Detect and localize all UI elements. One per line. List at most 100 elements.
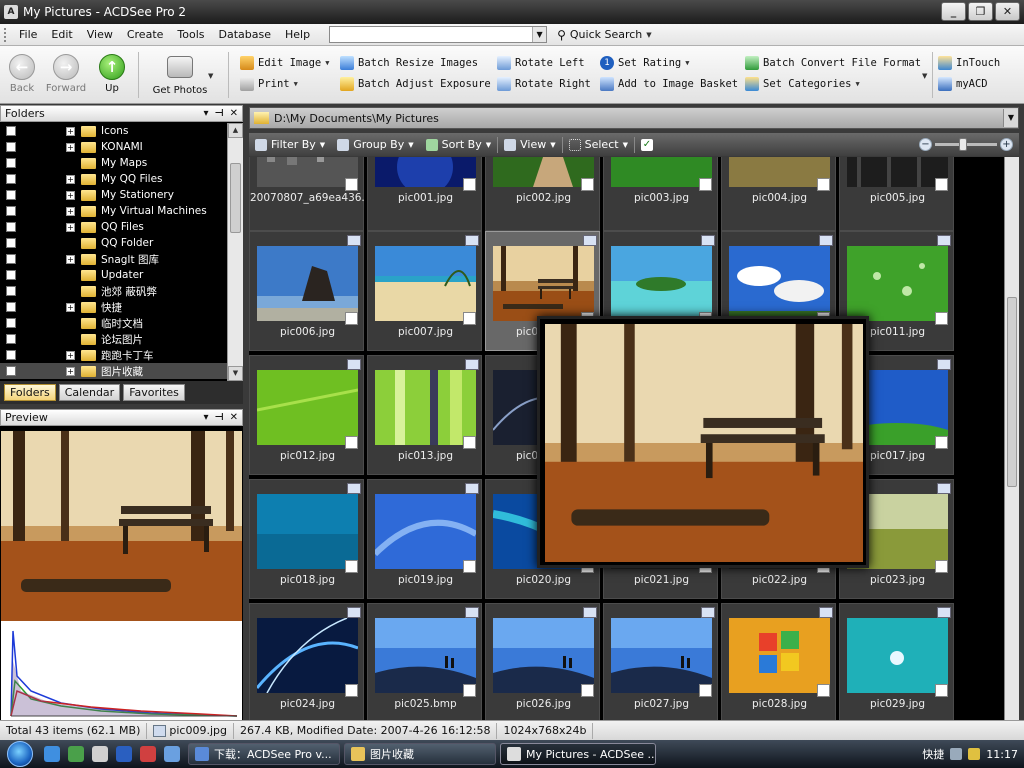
folder-tree-item[interactable]: + Icons (0, 123, 227, 139)
folder-tree-item[interactable]: + 快捷 (0, 299, 227, 315)
thumbnail-item[interactable]: pic005.jpg (839, 157, 954, 231)
menu-database[interactable]: Database (212, 28, 279, 41)
back-button[interactable]: ← Back (0, 54, 44, 94)
folder-checkbox[interactable] (6, 190, 16, 200)
print-button[interactable]: Print ▼ (240, 76, 298, 92)
thumbnail-image[interactable] (729, 618, 830, 693)
location-combo[interactable]: ▼ (329, 26, 548, 43)
thumbnail-checkbox[interactable] (699, 178, 712, 191)
thumbnail-checkbox[interactable] (463, 436, 476, 449)
rotate-left-button[interactable]: Rotate Left (497, 55, 585, 71)
thumbnail-item[interactable]: pic018.jpg (249, 479, 364, 599)
thumbnail-image[interactable] (493, 618, 594, 693)
select-button[interactable]: Select ▼ (563, 138, 634, 151)
folder-checkbox[interactable] (6, 222, 16, 232)
folder-tree-item[interactable]: + My Stationery (0, 187, 227, 203)
get-photos-button[interactable]: Get Photos (144, 54, 216, 96)
menu-file[interactable]: File (12, 28, 44, 41)
scroll-thumb[interactable] (1007, 297, 1017, 487)
thumbnail-image[interactable] (611, 157, 712, 187)
thumbnail-image[interactable] (847, 246, 948, 321)
folder-checkbox[interactable] (6, 286, 16, 296)
thumbnail-checkbox[interactable] (817, 684, 830, 697)
forward-button[interactable]: → Forward (44, 54, 88, 94)
folder-tree-item[interactable]: Updater (0, 267, 227, 283)
batch-adjust-button[interactable]: Batch Adjust Exposure (340, 76, 491, 92)
thumbnail-checkbox[interactable] (345, 436, 358, 449)
thumbnail-checkbox[interactable] (463, 312, 476, 325)
expand-icon[interactable]: + (66, 366, 75, 376)
folder-tree-item[interactable]: + My Virtual Machines (0, 203, 227, 219)
thumbnail-item[interactable]: pic027.jpg (603, 603, 718, 720)
thumbnail-item[interactable]: pic019.jpg (367, 479, 482, 599)
chevron-down-icon[interactable]: ▼ (1003, 109, 1018, 127)
close-button[interactable]: ✕ (995, 2, 1020, 21)
thumbnail-image[interactable] (375, 618, 476, 693)
thumbnail-image[interactable] (847, 618, 948, 693)
folder-checkbox[interactable] (6, 350, 16, 360)
start-button[interactable] (0, 740, 40, 768)
thumbnail-checkbox[interactable] (581, 178, 594, 191)
thumbnail-item[interactable]: pic024.jpg (249, 603, 364, 720)
expand-icon[interactable]: + (66, 142, 75, 152)
batch-convert-button[interactable]: Batch Convert File Format (745, 55, 921, 71)
thumbnail-item[interactable]: pic025.bmp (367, 603, 482, 720)
folder-checkbox[interactable] (6, 254, 16, 264)
floppy-icon[interactable] (116, 746, 132, 762)
thumbnail-image[interactable] (375, 370, 476, 445)
set-rating-button[interactable]: 1 Set Rating ▼ (600, 55, 689, 71)
notepad-icon[interactable] (92, 746, 108, 762)
thumbnail-checkbox[interactable] (935, 312, 948, 325)
zoom-slider-knob[interactable] (959, 138, 967, 151)
thumbnail-image[interactable] (611, 246, 712, 321)
menu-edit[interactable]: Edit (44, 28, 79, 41)
myacd-button[interactable]: myACD (938, 76, 988, 92)
thumbnail-checkbox[interactable] (345, 684, 358, 697)
quick-search-button[interactable]: ⚲ Quick Search ▼ (557, 28, 652, 42)
address-bar[interactable]: D:\My Documents\My Pictures ▼ (249, 107, 1019, 129)
menu-tools[interactable]: Tools (170, 28, 211, 41)
thumbnail-image[interactable] (257, 370, 358, 445)
checkbox-toggle-button[interactable]: ✓ (635, 138, 659, 151)
thumbnail-item[interactable]: pic002.jpg (485, 157, 600, 231)
up-button[interactable]: ↑ Up (90, 54, 134, 94)
thumbnail-checkbox[interactable] (581, 684, 594, 697)
folder-tree-scrollbar[interactable]: ▲ ▼ (227, 123, 243, 381)
thumbnail-image[interactable] (375, 494, 476, 569)
show-desktop-icon[interactable] (68, 746, 84, 762)
scroll-down-icon[interactable]: ▼ (228, 366, 243, 381)
tab-calendar[interactable]: Calendar (58, 384, 121, 401)
folder-tree-item[interactable]: + 跑跑卡丁车 (0, 347, 227, 363)
expand-icon[interactable]: + (66, 126, 75, 136)
thumbnail-image[interactable] (375, 157, 476, 187)
menu-create[interactable]: Create (120, 28, 171, 41)
pin-icon[interactable]: ⊣ (214, 412, 223, 423)
folder-tree-item[interactable]: My Maps (0, 155, 227, 171)
thumbnail-image[interactable] (493, 246, 594, 321)
app-icon[interactable] (140, 746, 156, 762)
folder-checkbox[interactable] (6, 206, 16, 216)
folder-checkbox[interactable] (6, 142, 16, 152)
menu-help[interactable]: Help (278, 28, 317, 41)
thumbnail-image[interactable] (729, 246, 830, 321)
menu-grip[interactable] (4, 27, 8, 42)
folder-checkbox[interactable] (6, 238, 16, 248)
thumbnail-image[interactable] (847, 157, 948, 187)
folder-tree-item[interactable]: + KONAMI (0, 139, 227, 155)
thumbnail-item[interactable]: 20070807_a69ea436... (249, 157, 365, 231)
expand-icon[interactable]: + (66, 254, 75, 264)
zoom-out-icon[interactable]: − (919, 138, 932, 151)
expand-icon[interactable]: + (66, 206, 75, 216)
folder-checkbox[interactable] (6, 366, 16, 376)
thumbnail-checkbox[interactable] (935, 178, 948, 191)
tab-folders[interactable]: Folders (4, 384, 56, 401)
thumbnail-item[interactable]: pic012.jpg (249, 355, 364, 475)
folder-checkbox[interactable] (6, 334, 16, 344)
volume-icon[interactable] (968, 748, 981, 760)
thumbnail-checkbox[interactable] (699, 684, 712, 697)
clock[interactable]: 11:17 (986, 748, 1018, 761)
close-icon[interactable]: ✕ (230, 412, 238, 423)
chevron-down-icon[interactable]: ▼ (922, 72, 927, 80)
thumbnail-checkbox[interactable] (463, 178, 476, 191)
thumbnail-checkbox[interactable] (935, 560, 948, 573)
